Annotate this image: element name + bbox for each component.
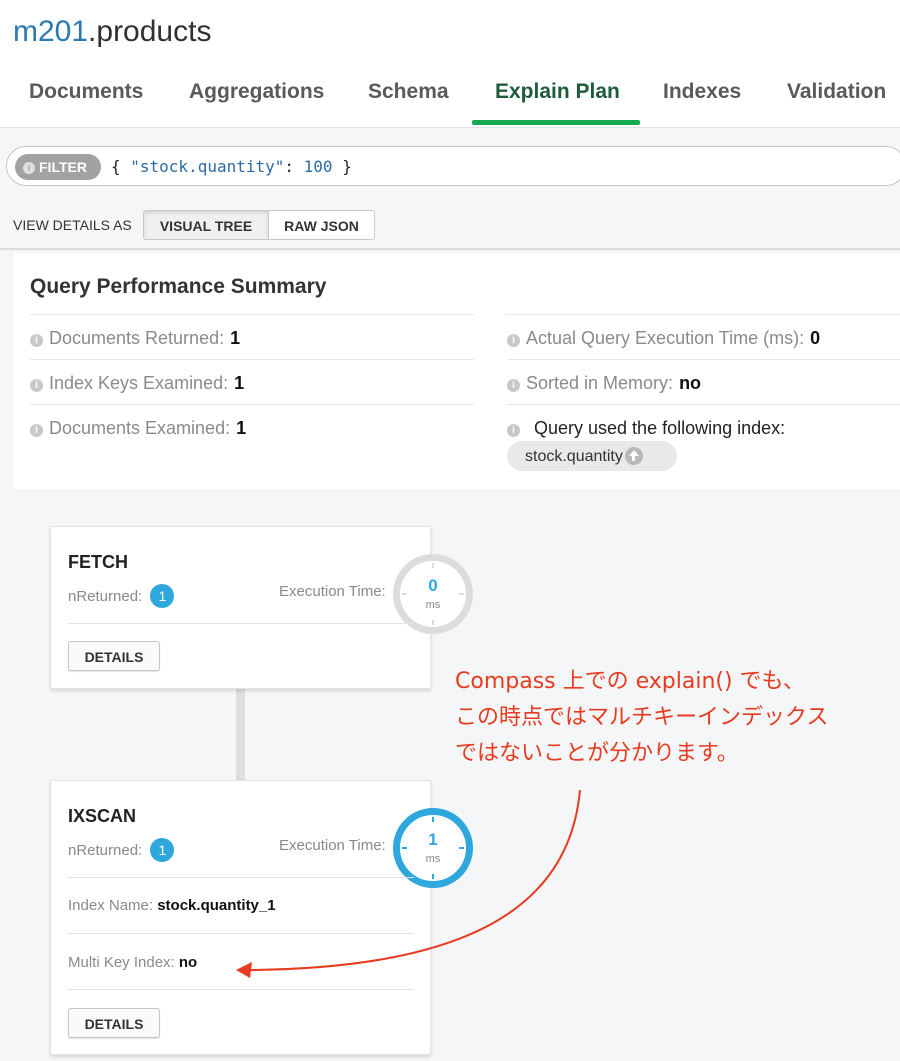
raw-json-button[interactable]: RAW JSON bbox=[268, 210, 375, 240]
summary-value: 1 bbox=[234, 373, 245, 393]
stage-card-fetch: FETCH nReturned: 1 Execution Time: 0 ms … bbox=[50, 526, 473, 689]
arrow-up-icon bbox=[624, 447, 643, 465]
tab-validation[interactable]: Validation bbox=[787, 72, 886, 128]
tab-indexes[interactable]: Indexes bbox=[663, 72, 741, 128]
view-details-label: VIEW DETAILS AS bbox=[13, 217, 132, 233]
info-icon[interactable]: i bbox=[30, 334, 43, 347]
summary-label: Actual Query Execution Time (ms): bbox=[526, 328, 805, 348]
execution-time-unit: ms bbox=[425, 853, 441, 865]
stage-name: IXSCAN bbox=[68, 806, 137, 826]
stage-name: FETCH bbox=[68, 552, 128, 572]
query-colon: : bbox=[284, 157, 304, 176]
stage-divider bbox=[68, 989, 414, 990]
filter-input[interactable]: i FILTER { "stock.quantity": 100 } bbox=[6, 146, 900, 186]
stage-divider bbox=[68, 877, 414, 878]
database-name: m201 bbox=[13, 15, 89, 48]
summary-value: 0 bbox=[810, 328, 821, 348]
summary-row-documents-examined: i Documents Examined: 1 bbox=[30, 404, 474, 449]
multikey-value: no bbox=[178, 954, 198, 971]
execution-time-clock: 1 ms bbox=[393, 808, 473, 888]
view-details-bar: VIEW DETAILS AS VISUAL TREE RAW JSON bbox=[0, 200, 900, 250]
index-name-label: Index Name: bbox=[68, 897, 154, 914]
nreturned-badge: 1 bbox=[150, 584, 175, 608]
execution-time-label: Execution Time: bbox=[279, 583, 386, 600]
collection-header: m201.products Documents Aggregations Sch… bbox=[0, 0, 900, 128]
info-icon[interactable]: i bbox=[30, 424, 43, 437]
execution-time-unit: ms bbox=[425, 599, 441, 611]
collection-name: .products bbox=[88, 15, 212, 48]
summary-title: Query Performance Summary bbox=[30, 275, 327, 298]
query-performance-summary: Query Performance Summary i Documents Ret… bbox=[14, 253, 900, 489]
nreturned-label: nReturned: bbox=[68, 842, 143, 859]
nreturned-label: nReturned: bbox=[68, 588, 143, 605]
multikey-row: Multi Key Index: no bbox=[68, 954, 197, 971]
active-tab-indicator bbox=[472, 120, 640, 125]
summary-row-sorted-in-memory: i Sorted in Memory: no bbox=[507, 359, 900, 404]
info-icon[interactable]: i bbox=[507, 424, 520, 437]
annotation-line: ではないことが分かります。 bbox=[455, 741, 739, 766]
info-icon[interactable]: i bbox=[507, 334, 520, 347]
info-icon: i bbox=[23, 162, 35, 174]
stage-connector bbox=[236, 688, 245, 782]
query-key: "stock.quantity" bbox=[130, 157, 285, 176]
execution-time-label: Execution Time: bbox=[279, 837, 386, 854]
summary-value: 1 bbox=[236, 418, 247, 438]
nreturned: nReturned: 1 bbox=[68, 584, 175, 608]
annotation-line: この時点ではマルチキーインデックス bbox=[455, 705, 829, 730]
summary-label: Documents Returned: bbox=[49, 328, 225, 348]
namespace-title: m201.products bbox=[13, 15, 211, 49]
details-button[interactable]: DETAILS bbox=[68, 1008, 160, 1038]
collection-tabs: Documents Aggregations Schema Explain Pl… bbox=[0, 72, 900, 128]
query-value: 100 bbox=[303, 157, 333, 176]
tab-documents[interactable]: Documents bbox=[29, 72, 143, 128]
summary-row-execution-time: i Actual Query Execution Time (ms): 0 bbox=[507, 314, 900, 359]
query-open-brace: { bbox=[111, 157, 131, 176]
index-name-value: stock.quantity_1 bbox=[157, 897, 276, 914]
annotation-line: Compass 上での explain() でも、 bbox=[455, 669, 805, 694]
summary-value: 1 bbox=[230, 328, 241, 348]
details-button[interactable]: DETAILS bbox=[68, 641, 160, 671]
execution-time-value: 0 bbox=[428, 576, 438, 595]
execution-time-clock: 0 ms bbox=[393, 554, 473, 634]
index-chip-label: stock.quantity bbox=[525, 448, 623, 465]
index-name-row: Index Name: stock.quantity_1 bbox=[68, 897, 276, 914]
execution-time-value: 1 bbox=[428, 830, 438, 849]
info-icon[interactable]: i bbox=[507, 379, 520, 392]
filter-pill-label: FILTER bbox=[39, 159, 87, 175]
filter-bar: i FILTER { "stock.quantity": 100 } bbox=[0, 128, 900, 200]
info-icon[interactable]: i bbox=[30, 379, 43, 392]
summary-row-documents-returned: i Documents Returned: 1 bbox=[30, 314, 474, 359]
nreturned: nReturned: 1 bbox=[68, 838, 175, 862]
summary-label: Index Keys Examined: bbox=[49, 373, 229, 393]
summary-value: no bbox=[679, 373, 702, 393]
summary-row-index-keys-examined: i Index Keys Examined: 1 bbox=[30, 359, 474, 404]
tab-aggregations[interactable]: Aggregations bbox=[189, 72, 324, 128]
summary-label: Documents Examined: bbox=[49, 418, 231, 438]
visual-tree-button[interactable]: VISUAL TREE bbox=[143, 210, 269, 240]
summary-label: Sorted in Memory: bbox=[526, 373, 674, 393]
stage-divider bbox=[68, 933, 414, 934]
index-chip[interactable]: stock.quantity bbox=[507, 441, 677, 471]
multikey-label: Multi Key Index: bbox=[68, 954, 175, 971]
tab-schema[interactable]: Schema bbox=[368, 72, 449, 128]
query-close-brace: } bbox=[332, 157, 352, 176]
annotation-note: Compass 上での explain() でも、 この時点ではマルチキーインデ… bbox=[455, 664, 828, 772]
nreturned-badge: 1 bbox=[150, 838, 175, 862]
filter-query-text[interactable]: { "stock.quantity": 100 } bbox=[111, 157, 352, 176]
stage-divider bbox=[68, 623, 414, 624]
summary-label: Query used the following index: bbox=[534, 418, 786, 438]
filter-pill[interactable]: i FILTER bbox=[15, 154, 101, 180]
stage-card-ixscan: IXSCAN nReturned: 1 Execution Time: 1 ms… bbox=[50, 780, 473, 1055]
